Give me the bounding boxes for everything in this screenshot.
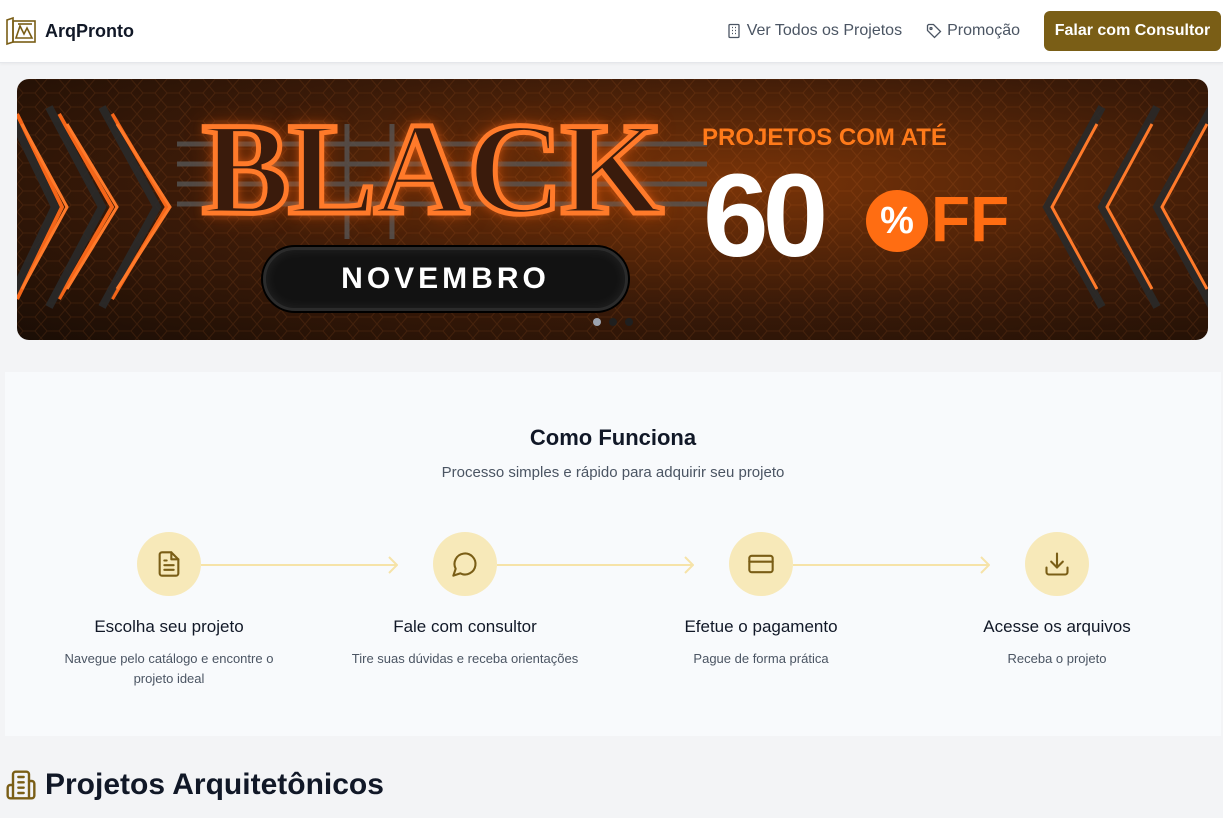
step-talk-consultant: Fale com consultor Tire suas dúvidas e r… [317, 532, 613, 669]
site-header: ArqPronto Ver Todos os Projetos Promoção… [0, 0, 1223, 63]
brand-home-link[interactable]: ArqPronto [5, 16, 134, 46]
banner-promo-line: PROJETOS COM ATÉ [702, 124, 947, 151]
nav-promo[interactable]: Promoção [926, 22, 1020, 40]
nav-promo-label: Promoção [947, 22, 1020, 39]
how-it-works-title: Como Funciona [529, 425, 697, 450]
step-icon-circle [137, 532, 201, 596]
tag-icon [926, 23, 942, 39]
step-description: Tire suas dúvidas e receba orientações [351, 651, 579, 666]
banner-month-pill: NOVEMBRO [263, 247, 628, 311]
how-it-works-section: Como Funciona Processo simples e rápido … [5, 372, 1221, 736]
talk-to-consultant-button[interactable]: Falar com Consultor [1044, 11, 1221, 51]
carousel-dot-1[interactable] [593, 318, 601, 326]
step-choose-project: Escolha seu projeto Navegue pelo catálog… [21, 532, 317, 689]
how-it-works-subtitle: Processo simples e rápido para adquirir … [441, 464, 785, 481]
banner-month-text: NOVEMBRO [341, 262, 550, 295]
carousel-dot-3[interactable] [625, 318, 633, 326]
banner-discount-suffix: FF [931, 183, 1010, 255]
promo-banner[interactable]: BLACK NOVEMBRO PROJETOS COM ATÉ 60 % FF [17, 79, 1208, 340]
chat-icon [452, 552, 477, 577]
step-title: Efetue o pagamento [684, 617, 838, 636]
banner-headline: BLACK [199, 95, 712, 242]
document-icon [158, 551, 180, 577]
brand-name: ArqPronto [45, 20, 134, 41]
download-icon [1045, 552, 1069, 576]
step-icon-circle [433, 532, 497, 596]
nav-all-projects[interactable]: Ver Todos os Projetos [726, 22, 902, 40]
step-icon-circle [1025, 532, 1089, 596]
projects-section-heading: Projetos Arquitetônicos [5, 768, 384, 802]
step-description: Pague de forma prática [693, 651, 829, 666]
nav-all-projects-label: Ver Todos os Projetos [746, 22, 903, 39]
credit-card-icon [748, 554, 774, 574]
step-title: Fale com consultor [393, 617, 537, 636]
step-title: Escolha seu projeto [94, 617, 244, 636]
step-payment: Efetue o pagamento Pague de forma prátic… [613, 532, 909, 669]
banner-percent-badge: % [866, 190, 928, 252]
step-access-files: Acesse os arquivos Receba o projeto [909, 532, 1205, 669]
building-icon [6, 770, 36, 800]
step-description: Navegue pelo catálogo e encontre o proje… [64, 651, 274, 686]
building-icon [728, 23, 740, 39]
banner-black-text: BLACK [199, 95, 665, 242]
step-description: Receba o projeto [1007, 651, 1107, 666]
carousel-dots [593, 318, 633, 326]
step-title: Acesse os arquivos [983, 617, 1131, 636]
main-nav: Ver Todos os Projetos Promoção Falar com… [726, 11, 1223, 51]
projects-section-title: Projetos Arquitetônicos [45, 768, 384, 801]
banner-discount-number: 60 [703, 150, 828, 282]
carousel-dot-2[interactable] [609, 318, 617, 326]
step-icon-circle [729, 532, 793, 596]
architecture-logo-icon [6, 16, 36, 46]
